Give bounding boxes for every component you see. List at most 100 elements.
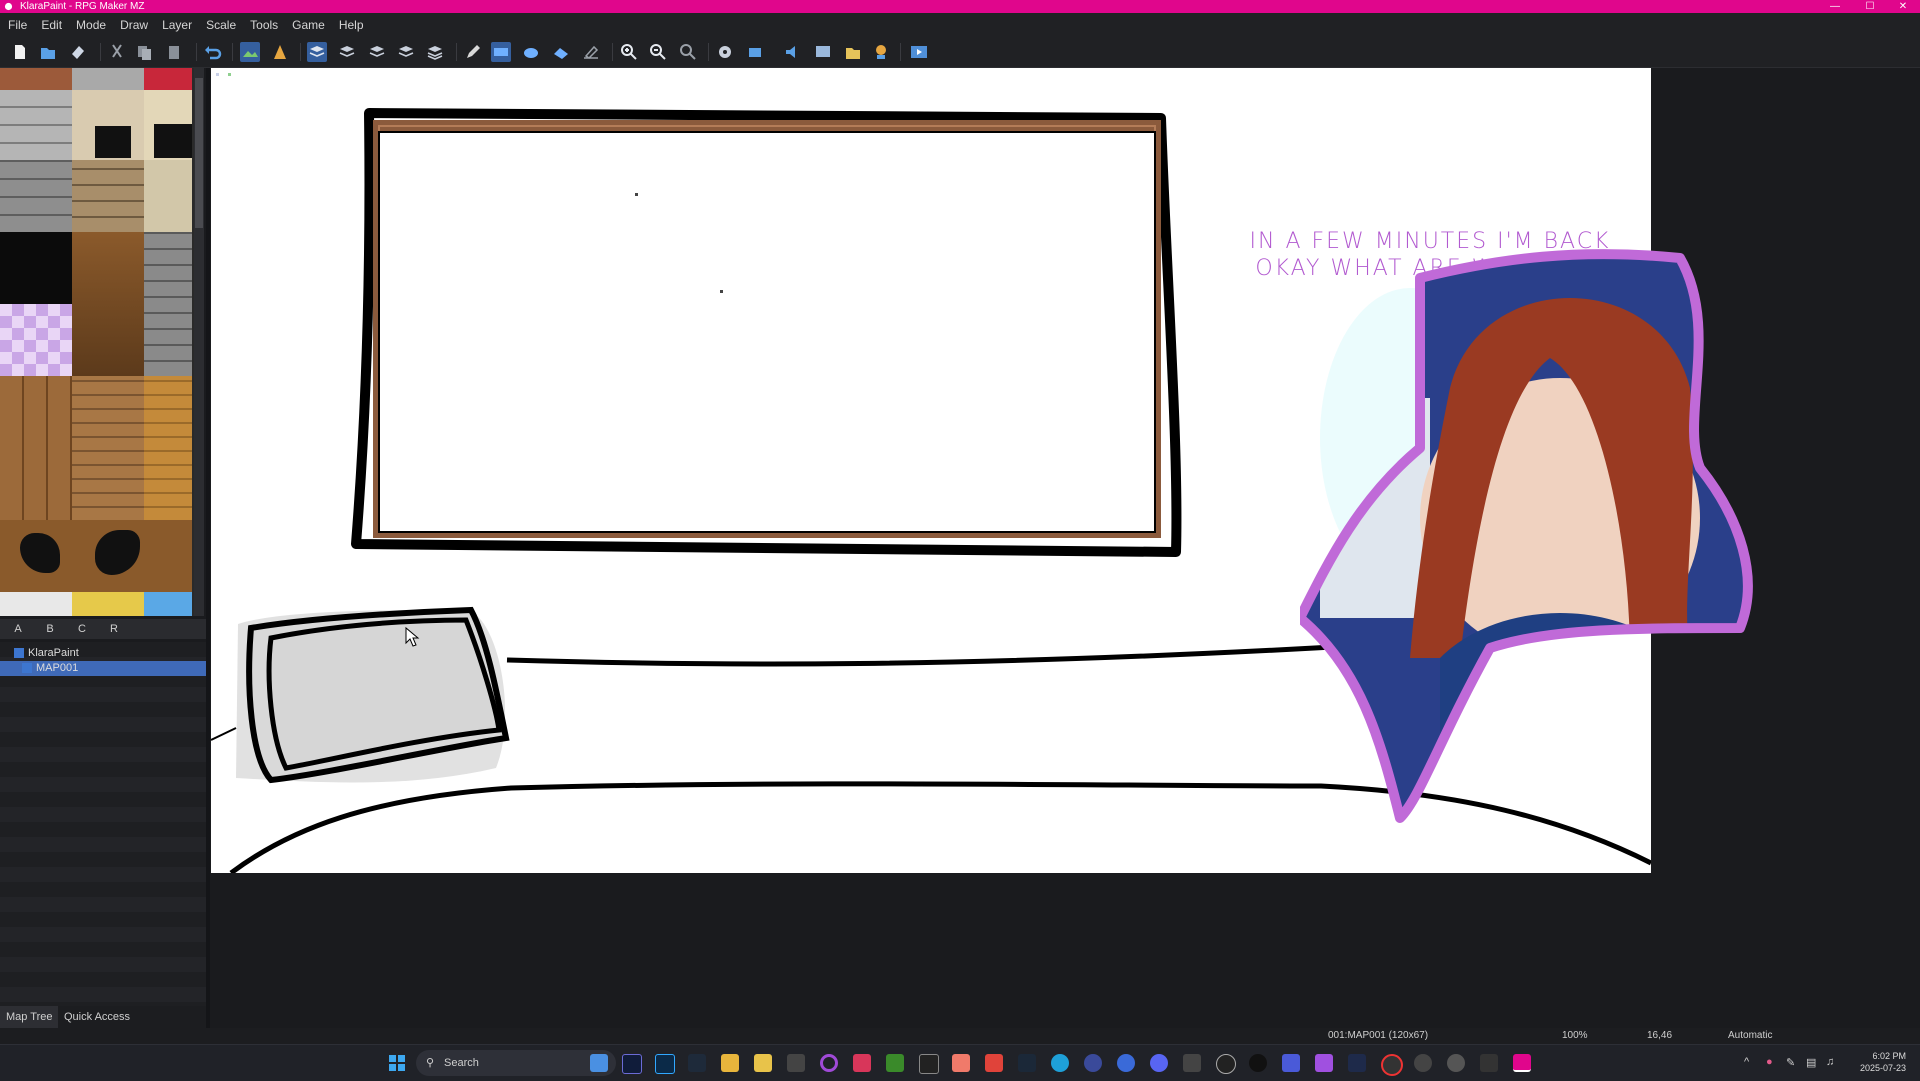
tile-wood-door[interactable]: [72, 232, 144, 376]
map-mode-icon[interactable]: [240, 42, 260, 62]
layer-2-icon[interactable]: [337, 42, 357, 62]
app-diamond-icon[interactable]: [1315, 1054, 1333, 1072]
tileset-palette[interactable]: [0, 68, 204, 616]
layer-1-icon[interactable]: [307, 42, 327, 62]
save-project-icon[interactable]: [68, 42, 88, 62]
close-button[interactable]: ✕: [1888, 0, 1918, 13]
tab-b[interactable]: B: [34, 619, 66, 639]
event-mode-icon[interactable]: [270, 42, 290, 62]
auto-layer-icon[interactable]: [425, 42, 445, 62]
tab-a[interactable]: A: [2, 619, 34, 639]
rectangle-icon[interactable]: [491, 42, 511, 62]
volume-icon[interactable]: ♫: [1826, 1056, 1834, 1068]
app-hand-icon[interactable]: [952, 1054, 970, 1072]
menu-mode[interactable]: Mode: [69, 13, 113, 37]
tile-gold[interactable]: [72, 592, 144, 616]
open-project-icon[interactable]: [38, 42, 58, 62]
tile-wood-floor[interactable]: [72, 376, 144, 520]
tray-chevron-icon[interactable]: ^: [1744, 1056, 1749, 1068]
app-red-icon[interactable]: [853, 1054, 871, 1072]
undo-icon[interactable]: [202, 42, 222, 62]
app-blue-icon[interactable]: [1084, 1054, 1102, 1072]
tile-water[interactable]: [144, 592, 192, 616]
app-record-icon[interactable]: [1381, 1054, 1403, 1076]
steam-icon[interactable]: [1018, 1054, 1036, 1072]
cut-icon[interactable]: [107, 42, 127, 62]
tree-project[interactable]: KlaraPaint: [14, 646, 79, 661]
sound-test-icon[interactable]: [783, 42, 803, 62]
paste-icon[interactable]: [164, 42, 184, 62]
tileset-scrollbar[interactable]: [194, 68, 204, 616]
database-icon[interactable]: [715, 42, 735, 62]
tile-pillar[interactable]: [144, 232, 192, 376]
app-gear-icon[interactable]: [1414, 1054, 1432, 1072]
shadow-pen-icon[interactable]: [581, 42, 601, 62]
app-vr-icon[interactable]: [1480, 1054, 1498, 1072]
minecraft-icon[interactable]: [886, 1054, 904, 1072]
network-icon[interactable]: ▤: [1806, 1056, 1816, 1069]
tile-light-wall[interactable]: [144, 160, 192, 232]
menu-tools[interactable]: Tools: [243, 13, 285, 37]
app-black-icon[interactable]: [1249, 1054, 1267, 1072]
tile-checker[interactable]: [0, 304, 72, 376]
menu-help[interactable]: Help: [332, 13, 371, 37]
epic-games-icon[interactable]: [919, 1054, 939, 1074]
tile-wood-light[interactable]: [144, 376, 192, 520]
start-icon[interactable]: [388, 1054, 406, 1072]
playtest-icon[interactable]: [909, 42, 929, 62]
app-gb-icon[interactable]: [1117, 1054, 1135, 1072]
tile-void[interactable]: [0, 232, 72, 304]
zoom-out-icon[interactable]: [648, 42, 668, 62]
folder-icon[interactable]: [754, 1054, 772, 1072]
discord-icon[interactable]: [1150, 1054, 1168, 1072]
fill-icon[interactable]: [551, 42, 571, 62]
taskview-icon[interactable]: [590, 1054, 608, 1072]
menu-file[interactable]: File: [0, 13, 34, 37]
tile-doorway[interactable]: [95, 126, 131, 158]
tab-quick-access[interactable]: Quick Access: [58, 1006, 136, 1028]
settings-icon[interactable]: [1447, 1054, 1465, 1072]
tile-dark-stone[interactable]: [0, 160, 72, 232]
clock[interactable]: 6:02 PM 2025-07-23: [1860, 1050, 1906, 1074]
menu-scale[interactable]: Scale: [199, 13, 243, 37]
file-explorer-icon[interactable]: [721, 1054, 739, 1072]
tile-wood-plank[interactable]: [0, 376, 72, 520]
plugin-manager-icon[interactable]: [745, 42, 765, 62]
character-generator-icon[interactable]: [871, 42, 891, 62]
tab-map-tree[interactable]: Map Tree: [0, 1006, 59, 1028]
tile-stone-wall[interactable]: [0, 90, 72, 160]
new-project-icon[interactable]: [10, 42, 30, 62]
obs-icon[interactable]: [688, 1054, 706, 1072]
tab-r[interactable]: R: [98, 619, 130, 639]
premiere-icon[interactable]: [622, 1054, 642, 1074]
app-pdf-icon[interactable]: [985, 1054, 1003, 1072]
tile-brick[interactable]: [72, 160, 144, 232]
minimize-button[interactable]: —: [1820, 0, 1850, 13]
circle-app-icon[interactable]: [820, 1054, 838, 1072]
actual-size-icon[interactable]: [678, 42, 698, 62]
app-cube-icon[interactable]: [1183, 1054, 1201, 1072]
tree-map-selected[interactable]: MAP001: [0, 661, 206, 676]
pen-icon[interactable]: ✎: [1786, 1056, 1795, 1069]
layer-4-icon[interactable]: [396, 42, 416, 62]
app-terminal-icon[interactable]: [1348, 1054, 1366, 1072]
panel-splitter[interactable]: [206, 68, 210, 1028]
tile-snow[interactable]: [0, 592, 72, 616]
photoshop-icon[interactable]: [655, 1054, 675, 1074]
ellipse-icon[interactable]: [521, 42, 541, 62]
scroll-thumb[interactable]: [195, 78, 203, 228]
pencil-icon[interactable]: [463, 42, 483, 62]
copy-icon[interactable]: [134, 42, 154, 62]
rpg-maker-taskbar-icon[interactable]: [1513, 1054, 1531, 1072]
tile-window[interactable]: [154, 124, 192, 158]
tile-roof[interactable]: [0, 68, 72, 90]
menu-edit[interactable]: Edit: [34, 13, 69, 37]
layer-3-icon[interactable]: [367, 42, 387, 62]
tile-stone[interactable]: [72, 68, 144, 90]
menu-layer[interactable]: Layer: [155, 13, 199, 37]
taskbar-search[interactable]: ⚲ Search: [416, 1050, 616, 1076]
app-dark-icon[interactable]: [1216, 1054, 1236, 1074]
resource-manager-icon[interactable]: [843, 42, 863, 62]
live-icon[interactable]: [787, 1054, 805, 1072]
tile-carpet[interactable]: [144, 68, 192, 90]
